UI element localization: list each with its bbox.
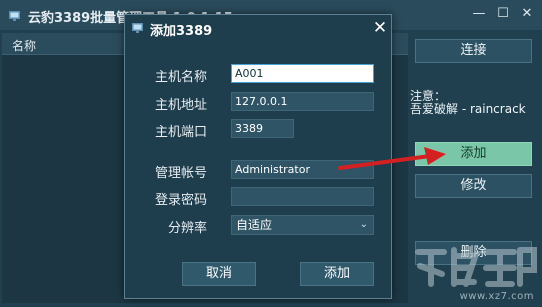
dialog-titlebar: 添加3389 ✕: [125, 15, 391, 42]
host-name-label: 主机名称: [154, 70, 207, 85]
admin-account-label: 管理帐号: [154, 166, 207, 181]
login-password-input[interactable]: [231, 187, 374, 206]
minimize-button[interactable]: —: [468, 4, 490, 24]
note-credit: 吾爱破解 - raincrack: [410, 102, 526, 116]
watermark-logo-icon: [415, 247, 537, 287]
column-name-header[interactable]: 名称: [12, 37, 36, 54]
app-logo-icon: [132, 23, 143, 33]
resolution-value: 自适应: [236, 218, 273, 232]
resolution-label: 分辨率: [167, 221, 207, 236]
resolution-select[interactable]: 自适应 ⌄: [231, 215, 374, 235]
host-port-label: 主机端口: [154, 125, 207, 140]
maximize-button[interactable]: ☐: [492, 4, 514, 24]
host-address-label: 主机地址: [154, 98, 207, 113]
dialog-close-button[interactable]: ✕: [371, 18, 389, 38]
cancel-button[interactable]: 取消: [182, 262, 256, 286]
dialog-title: 添加3389: [150, 24, 213, 39]
host-address-input[interactable]: 127.0.0.1: [231, 92, 374, 111]
watermark: www.xz7.com: [414, 244, 538, 304]
watermark-url: www.xz7.com: [459, 291, 534, 302]
close-window-button[interactable]: ✕: [516, 4, 538, 24]
host-name-input[interactable]: A001: [231, 64, 374, 83]
chevron-down-icon: ⌄: [359, 219, 368, 230]
host-port-input[interactable]: 3389: [231, 119, 294, 138]
edit-button[interactable]: 修改: [415, 174, 532, 198]
annotation-arrow-icon: [338, 147, 446, 170]
connect-button[interactable]: 连接: [415, 39, 532, 63]
confirm-add-button[interactable]: 添加: [300, 262, 374, 286]
login-password-label: 登录密码: [154, 193, 207, 208]
app-logo-icon: [9, 11, 20, 21]
